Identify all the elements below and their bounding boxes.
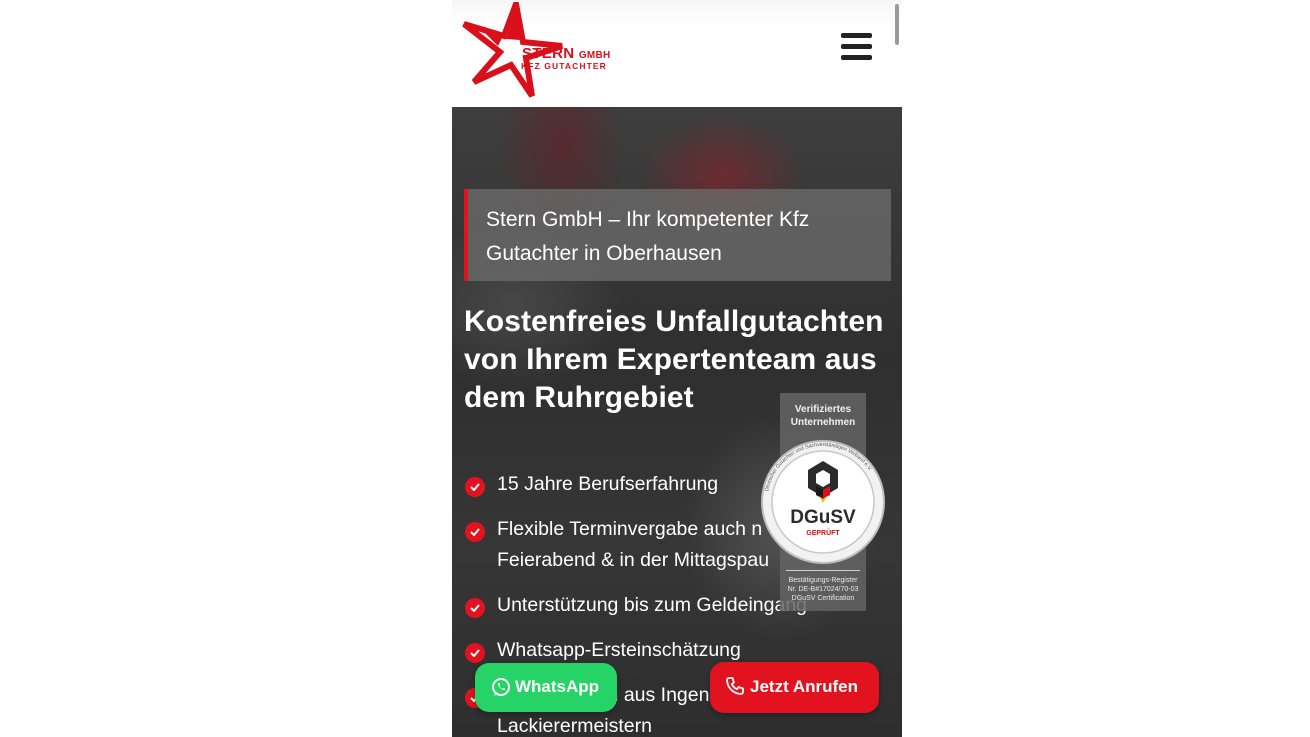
- seal-title: DGuSV: [790, 507, 856, 528]
- seal-sub: GEPRÜFT: [806, 528, 840, 537]
- call-now-button[interactable]: Jetzt Anrufen: [710, 662, 879, 713]
- badge-divider: [786, 570, 860, 571]
- check-circle-icon: [465, 477, 485, 497]
- feature-label: Flexible Terminvergabe auch n: [497, 518, 763, 540]
- check-circle-icon: [465, 522, 485, 542]
- dgusv-seal-icon: DGuSV GEPRÜFT Deutscher Gutachter und Sa…: [761, 440, 885, 564]
- whatsapp-button[interactable]: WhatsApp: [475, 663, 617, 712]
- hero-section: Stern GmbH – Ihr kompetenter Kfz Gutacht…: [452, 107, 902, 737]
- badge-certification: DGuSV Certification: [791, 595, 855, 602]
- check-circle-icon: [465, 598, 485, 618]
- hero-tagline: Stern GmbH – Ihr kompetenter Kfz Gutacht…: [486, 208, 810, 265]
- feature-label-line2: Lackierermeistern: [497, 715, 652, 737]
- scrollbar[interactable]: [895, 4, 899, 45]
- feature-label-line2: Feierabend & in der Mittagspau: [497, 549, 770, 571]
- feature-label: 15 Jahre Berufserfahrung: [497, 473, 719, 495]
- whatsapp-icon: [492, 678, 510, 696]
- mobile-page: STERN GMBH KFZ GUTACHTER Stern GmbH – Ih…: [452, 0, 902, 737]
- badge-register-number: Nr. DE-B#17024/70-03: [787, 586, 859, 593]
- feature-label: Unterstützung bis zum Geldeingang: [497, 594, 808, 616]
- badge-register-label: Bestätigungs-Register: [788, 577, 858, 584]
- feature-label: Whatsapp-Ersteinschätzung: [497, 639, 741, 661]
- hamburger-menu-icon[interactable]: [841, 33, 875, 63]
- logo-brand-name: STERN GMBH: [522, 45, 611, 62]
- whatsapp-label: WhatsApp: [515, 677, 600, 696]
- logo-name-main: STERN: [522, 45, 575, 62]
- site-header: STERN GMBH KFZ GUTACHTER: [452, 0, 902, 107]
- verification-badge[interactable]: Verifiziertes Unternehmen DGuSV GEPRÜFT …: [761, 393, 885, 611]
- badge-bottom-text: Bestätigungs-Register Nr. DE-B#17024/70-…: [780, 576, 866, 603]
- check-circle-icon: [465, 643, 485, 663]
- logo-name-suffix: GMBH: [578, 50, 611, 61]
- logo[interactable]: STERN GMBH KFZ GUTACHTER: [462, 2, 612, 98]
- phone-icon: [726, 677, 744, 695]
- badge-top-text: Verifiziertes Unternehmen: [790, 404, 856, 428]
- tagline-box: Stern GmbH – Ihr kompetenter Kfz Gutacht…: [464, 189, 891, 281]
- logo-subtitle: KFZ GUTACHTER: [521, 61, 607, 71]
- call-label: Jetzt Anrufen: [750, 677, 858, 696]
